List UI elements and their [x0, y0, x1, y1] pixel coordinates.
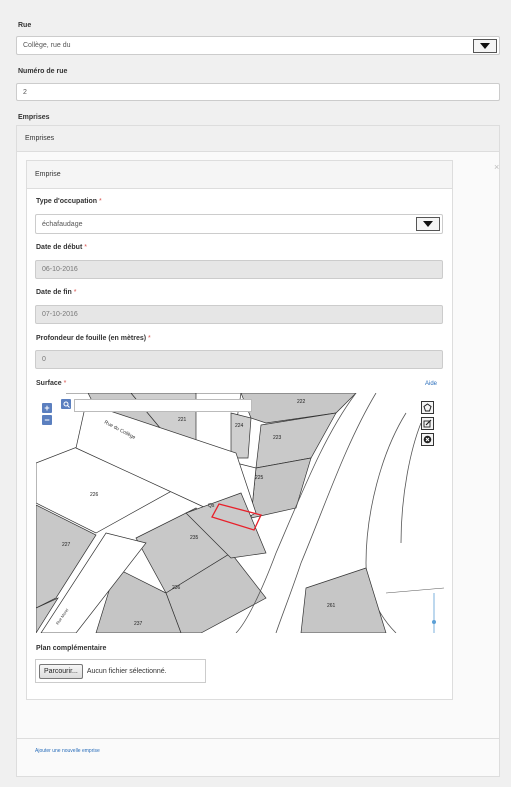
profondeur-label: Profondeur de fouille (en mètres) * [36, 335, 151, 342]
numero-label: Numéro de rue [18, 68, 68, 75]
plan-label: Plan complémentaire [36, 645, 107, 652]
parcel-label-237: 237 [134, 621, 143, 627]
boundary-line [385, 587, 444, 594]
close-icon[interactable]: × [494, 162, 499, 172]
delete-icon[interactable] [421, 433, 434, 446]
date-debut-value: 06-10-2016 [42, 266, 78, 273]
rue-value: Collège, rue du [23, 42, 71, 49]
rue-label: Rue [18, 22, 32, 29]
emprises-panel-title: Emprises [25, 135, 55, 142]
separator [17, 738, 499, 739]
numero-input[interactable]: 2 [16, 83, 500, 101]
vertex-marker [432, 620, 436, 624]
date-fin-label: Date de fin * [36, 289, 77, 296]
type-label: Type d'occupation * [36, 198, 102, 205]
plot-label: Qs [208, 503, 215, 509]
type-select[interactable]: échafaudage [35, 214, 443, 234]
zoom-minus-icon[interactable]: − [42, 415, 52, 425]
map-search-input[interactable] [74, 399, 252, 412]
parcel-label-223: 223 [273, 435, 282, 441]
parcel-label-226: 226 [90, 492, 99, 498]
date-debut-label: Date de début * [36, 244, 87, 251]
profondeur-value: 0 [42, 356, 46, 363]
parcel [250, 457, 312, 519]
emprise-panel-title: Emprise [35, 171, 61, 178]
parcel-label-227: 227 [62, 542, 71, 548]
parcel-label-236: 236 [172, 585, 181, 591]
surface-map[interactable]: 222 221 224 223 225 226 227 235 236 237 … [36, 393, 444, 633]
zoom-plus-icon[interactable]: + [42, 403, 52, 413]
date-fin-value: 07-10-2016 [42, 311, 78, 318]
parcel-label-221: 221 [178, 417, 187, 423]
parcel [230, 412, 252, 459]
aide-link[interactable]: Aide [425, 381, 437, 387]
browse-button[interactable]: Parcourir... [39, 663, 83, 679]
surface-label: Surface * [36, 380, 67, 387]
add-emprise-link[interactable]: Ajouter une nouvelle emprise [35, 748, 100, 754]
parcel-label-225: 225 [255, 475, 264, 481]
emprise-panel-header: Emprise [27, 161, 452, 189]
emprises-section-label: Emprises [18, 114, 50, 121]
chevron-down-icon[interactable] [473, 39, 497, 53]
rue-select[interactable]: Collège, rue du [16, 36, 500, 55]
profondeur-input[interactable]: 0 [35, 350, 443, 369]
emprises-panel-header: Emprises [17, 126, 499, 152]
parcel-label-235: 235 [190, 535, 199, 541]
parcel-label-224: 224 [235, 423, 244, 429]
cadastre-map: 222 221 224 223 225 226 227 235 236 237 … [36, 393, 444, 633]
file-input[interactable]: Parcourir... Aucun fichier sélectionné. [35, 659, 206, 683]
polygon-icon[interactable] [421, 401, 434, 414]
search-icon[interactable] [61, 399, 71, 409]
type-value: échafaudage [42, 220, 83, 228]
parcel [300, 567, 387, 633]
date-fin-input[interactable]: 07-10-2016 [35, 305, 443, 324]
chevron-down-icon[interactable] [416, 217, 440, 231]
no-file-text: Aucun fichier sélectionné. [86, 667, 167, 675]
road-edge [400, 422, 422, 544]
parcel-label-261: 261 [327, 603, 336, 609]
numero-value: 2 [23, 88, 27, 96]
edit-icon[interactable] [421, 417, 434, 430]
parcel-label-222: 222 [297, 399, 306, 405]
date-debut-input[interactable]: 06-10-2016 [35, 260, 443, 279]
